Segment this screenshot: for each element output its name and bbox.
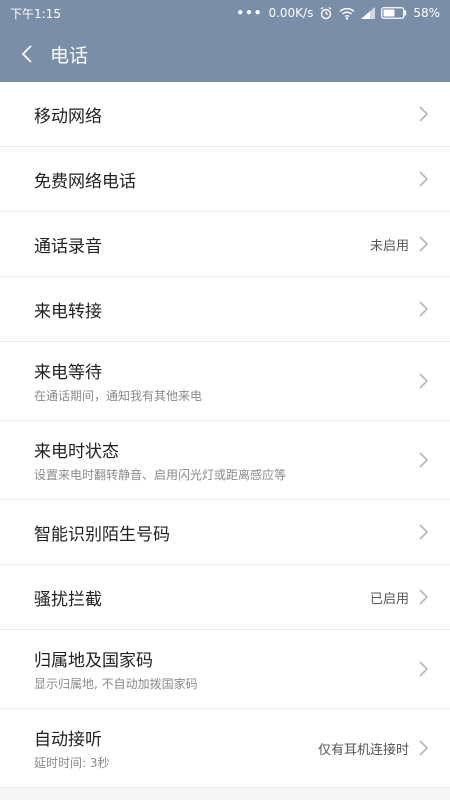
setting-title: 智能识别陌生号码 [34, 524, 170, 545]
setting-value: 仅有耳机连接时 [317, 742, 409, 758]
setting-incoming-call-state[interactable]: 来电时状态设置来电时翻转静音、启用闪光灯或距离感应等 [0, 421, 450, 500]
setting-call-recording[interactable]: 通话录音 未启用 [0, 212, 450, 277]
setting-subtitle: 显示归属地, 不自动加拨国家码 [34, 677, 198, 691]
notification-dots: ••• [236, 6, 263, 20]
setting-title: 来电转接 [34, 301, 102, 322]
chevron-right-icon [419, 373, 428, 389]
setting-title: 通话录音 [34, 236, 102, 257]
battery-percent: 58% [413, 6, 440, 20]
back-button[interactable] [16, 43, 38, 65]
chevron-right-icon [419, 106, 428, 122]
setting-title: 来电时状态 [34, 442, 119, 462]
status-icons: ••• 0.00K/s 58% [236, 6, 440, 20]
setting-title: 移动网络 [34, 106, 102, 127]
chevron-right-icon [419, 661, 428, 677]
setting-call-forwarding[interactable]: 来电转接 [0, 277, 450, 342]
setting-title: 免费网络电话 [34, 171, 136, 192]
chevron-left-icon [21, 45, 33, 63]
setting-title: 来电等待 [34, 363, 102, 383]
status-time: 下午1:15 [10, 6, 61, 21]
setting-title: 自动接听 [34, 730, 102, 750]
chevron-right-icon [419, 171, 428, 187]
status-bar: 下午1:15 ••• 0.00K/s 58% [0, 0, 450, 26]
setting-subtitle: 在通话期间，通知我有其他来电 [34, 389, 203, 403]
page-title: 电话 [50, 44, 89, 67]
setting-mobile-network[interactable]: 移动网络 [0, 82, 450, 147]
wifi-icon [339, 7, 355, 20]
chevron-right-icon [419, 524, 428, 540]
app-bar: 电话 [0, 26, 450, 82]
setting-title: 骚扰拦截 [34, 589, 102, 610]
chevron-right-icon [419, 301, 428, 317]
setting-call-waiting[interactable]: 来电等待在通话期间，通知我有其他来电 [0, 342, 450, 421]
settings-list: 移动网络 免费网络电话 通话录音 未启用 来电转接 来电等待在通话期间，通知我有… [0, 82, 450, 788]
chevron-right-icon [419, 236, 428, 252]
chevron-right-icon [419, 589, 428, 605]
setting-spam-blocking[interactable]: 骚扰拦截 已启用 [0, 565, 450, 630]
network-speed: 0.00K/s [268, 6, 314, 20]
signal-icon [361, 7, 376, 19]
setting-auto-answer[interactable]: 自动接听延时时间: 3秒 仅有耳机连接时 [0, 709, 450, 788]
battery-icon [381, 7, 407, 19]
chevron-right-icon [419, 740, 428, 756]
setting-title: 归属地及国家码 [34, 651, 153, 671]
chevron-right-icon [419, 452, 428, 468]
setting-value: 已启用 [369, 591, 409, 607]
setting-subtitle: 延时时间: 3秒 [34, 756, 110, 770]
setting-value: 未启用 [369, 238, 409, 254]
setting-subtitle: 设置来电时翻转静音、启用闪光灯或距离感应等 [34, 468, 287, 482]
setting-free-voip[interactable]: 免费网络电话 [0, 147, 450, 212]
setting-location-country-code[interactable]: 归属地及国家码显示归属地, 不自动加拨国家码 [0, 630, 450, 709]
alarm-icon [319, 6, 333, 20]
setting-unknown-number-id[interactable]: 智能识别陌生号码 [0, 500, 450, 565]
